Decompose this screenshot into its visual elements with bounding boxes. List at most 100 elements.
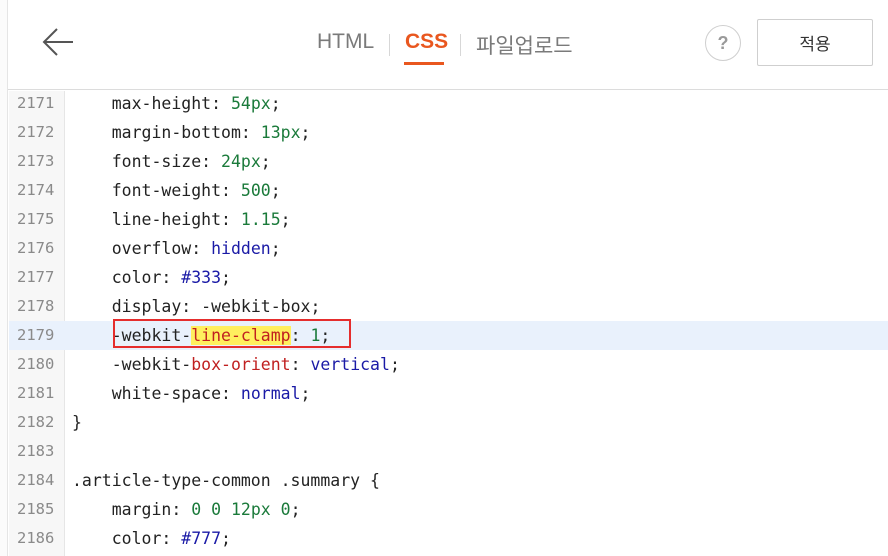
code-text: display: -webkit-box; <box>72 292 321 321</box>
css-selector: .article-type-common .summary { <box>72 471 380 490</box>
code-punctuation: : <box>290 326 311 345</box>
code-line[interactable]: 2181 white-space: normal; <box>9 379 888 408</box>
css-property: color <box>111 529 162 548</box>
line-number: 2176 <box>17 239 55 257</box>
code-line[interactable]: 2172 margin-bottom: 13px; <box>9 118 888 147</box>
css-value: normal <box>240 384 301 403</box>
code-punctuation: ; <box>310 297 321 316</box>
code-line[interactable]: 2184 .article-type-common .summary { <box>9 466 888 495</box>
left-edge <box>0 0 8 556</box>
line-number: 2184 <box>17 471 55 489</box>
css-value: hidden <box>211 239 271 258</box>
css-value: 54px <box>230 94 271 113</box>
code-punctuation: ; <box>270 181 281 200</box>
line-number: 2173 <box>17 152 55 170</box>
code-punctuation: : <box>290 355 311 374</box>
code-line[interactable]: 2173 font-size: 24px; <box>9 147 888 176</box>
css-value: vertical <box>310 355 390 374</box>
css-property: margin-bottom <box>111 123 241 142</box>
line-number: 2174 <box>17 181 55 199</box>
code-text: color: #777; <box>72 524 231 553</box>
code-line[interactable]: 2176 overflow: hidden; <box>9 234 888 263</box>
code-text: -webkit-box-orient: vertical; <box>72 350 400 379</box>
css-property-unknown: box-orient <box>191 355 291 374</box>
css-value: 1 <box>310 326 321 345</box>
css-property: font-size <box>111 152 202 171</box>
code-text: white-space: normal; <box>72 379 311 408</box>
code-text: margin: 0 0 12px 0; <box>72 495 301 524</box>
code-line[interactable]: 2180 -webkit-box-orient: vertical; <box>9 350 888 379</box>
code-punctuation: : <box>161 268 182 287</box>
code-punctuation: ; <box>221 268 231 287</box>
question-icon: ? <box>717 32 729 53</box>
css-property: margin <box>111 500 172 519</box>
css-value: #333 <box>181 268 222 287</box>
css-property: line-height <box>111 210 222 229</box>
code-line[interactable]: 2178 display: -webkit-box; <box>9 292 888 321</box>
tab-separator <box>389 34 390 56</box>
code-text: font-weight: 500; <box>72 176 281 205</box>
code-punctuation: ; <box>260 152 271 171</box>
css-property: color <box>111 268 162 287</box>
css-value: 500 <box>240 181 271 200</box>
code-punctuation: ; <box>389 355 400 374</box>
code-line[interactable]: 2182} <box>9 408 888 437</box>
code-punctuation: : <box>171 500 192 519</box>
css-property: max-height <box>111 94 212 113</box>
help-button[interactable]: ? <box>705 25 741 61</box>
code-punctuation: : <box>240 123 261 142</box>
code-line[interactable]: 2186 color: #777; <box>9 524 888 553</box>
code-line[interactable]: 2177 color: #333; <box>9 263 888 292</box>
tab-html[interactable]: HTML <box>317 30 374 54</box>
code-punctuation: } <box>72 413 82 432</box>
line-number: 2172 <box>17 123 55 141</box>
code-line[interactable]: 2179 -webkit-line-clamp: 1; <box>9 321 888 350</box>
css-property: overflow <box>111 239 192 258</box>
css-property-prefix: -webkit- <box>111 355 192 374</box>
code-punctuation: : <box>161 529 182 548</box>
active-tab-indicator <box>404 62 444 65</box>
apply-button[interactable]: 적용 <box>757 19 873 66</box>
line-number: 2181 <box>17 384 55 402</box>
line-number: 2186 <box>17 529 55 547</box>
code-line[interactable]: 2171 max-height: 54px; <box>9 89 888 118</box>
code-punctuation: ; <box>300 123 311 142</box>
code-punctuation: ; <box>280 210 291 229</box>
code-line[interactable]: 2175 line-height: 1.15; <box>9 205 888 234</box>
code-punctuation: ; <box>320 326 331 345</box>
code-text: -webkit-line-clamp: 1; <box>72 321 330 350</box>
code-punctuation: ; <box>221 529 231 548</box>
code-punctuation: ; <box>300 384 311 403</box>
tab-css[interactable]: CSS <box>405 30 448 54</box>
code-line[interactable]: 2185 margin: 0 0 12px 0; <box>9 495 888 524</box>
code-line[interactable]: 2183 <box>9 437 888 466</box>
code-text: max-height: 54px; <box>72 89 281 118</box>
code-text: .article-type-common .summary { <box>72 466 380 495</box>
code-line[interactable]: 2174 font-weight: 500; <box>9 176 888 205</box>
line-number: 2178 <box>17 297 55 315</box>
code-editor[interactable]: 2171 max-height: 54px; 2172 margin-bottom… <box>9 91 888 556</box>
css-value: 1.15 <box>240 210 281 229</box>
css-property: white-space <box>111 384 222 403</box>
code-punctuation: : <box>181 297 202 316</box>
editor-header: HTML CSS 파일업로드 ? 적용 <box>0 0 888 90</box>
tab-file-upload[interactable]: 파일업로드 <box>476 30 573 60</box>
code-text: color: #333; <box>72 263 231 292</box>
line-number: 2177 <box>17 268 55 286</box>
tab-separator <box>460 34 461 56</box>
css-property-prefix: -webkit- <box>111 326 192 345</box>
css-value: -webkit-box <box>201 297 311 316</box>
code-punctuation: : <box>221 181 241 200</box>
code-punctuation: : <box>191 239 212 258</box>
code-text: margin-bottom: 13px; <box>72 118 311 147</box>
code-punctuation: : <box>221 210 241 229</box>
code-punctuation: : <box>211 94 231 113</box>
css-value: #777 <box>181 529 222 548</box>
